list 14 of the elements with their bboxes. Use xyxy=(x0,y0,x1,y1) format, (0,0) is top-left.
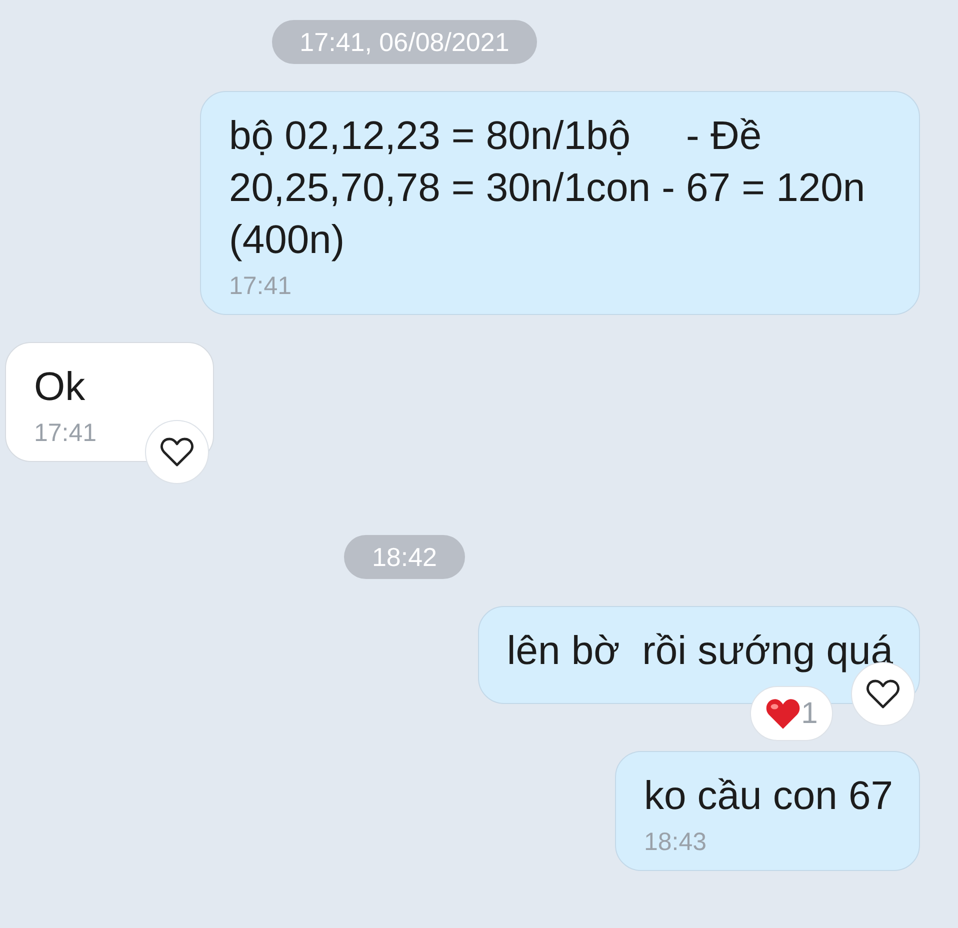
reaction-badge[interactable]: 1 xyxy=(750,686,833,741)
heart-icon xyxy=(866,679,900,709)
reaction-count: 1 xyxy=(801,696,818,730)
heart-icon xyxy=(765,698,802,730)
heart-icon xyxy=(160,437,194,467)
message-text: Ok xyxy=(34,364,86,411)
message-text: ko cầu con 67 xyxy=(644,773,893,820)
message-time: 17:41 xyxy=(229,271,293,302)
message-text: lên bờ rồi sướng quá xyxy=(506,628,893,675)
time-divider: 17:41, 06/08/2021 xyxy=(272,20,538,64)
message-time: 17:41 xyxy=(34,418,98,449)
time-divider: 18:42 xyxy=(344,535,466,579)
message-text: bộ 02,12,23 = 80n/1bộ - Đề 20,25,70,78 = 30n/1con - 67 = 120n (400n) xyxy=(229,113,866,264)
message-time: 18:43 xyxy=(644,827,708,858)
